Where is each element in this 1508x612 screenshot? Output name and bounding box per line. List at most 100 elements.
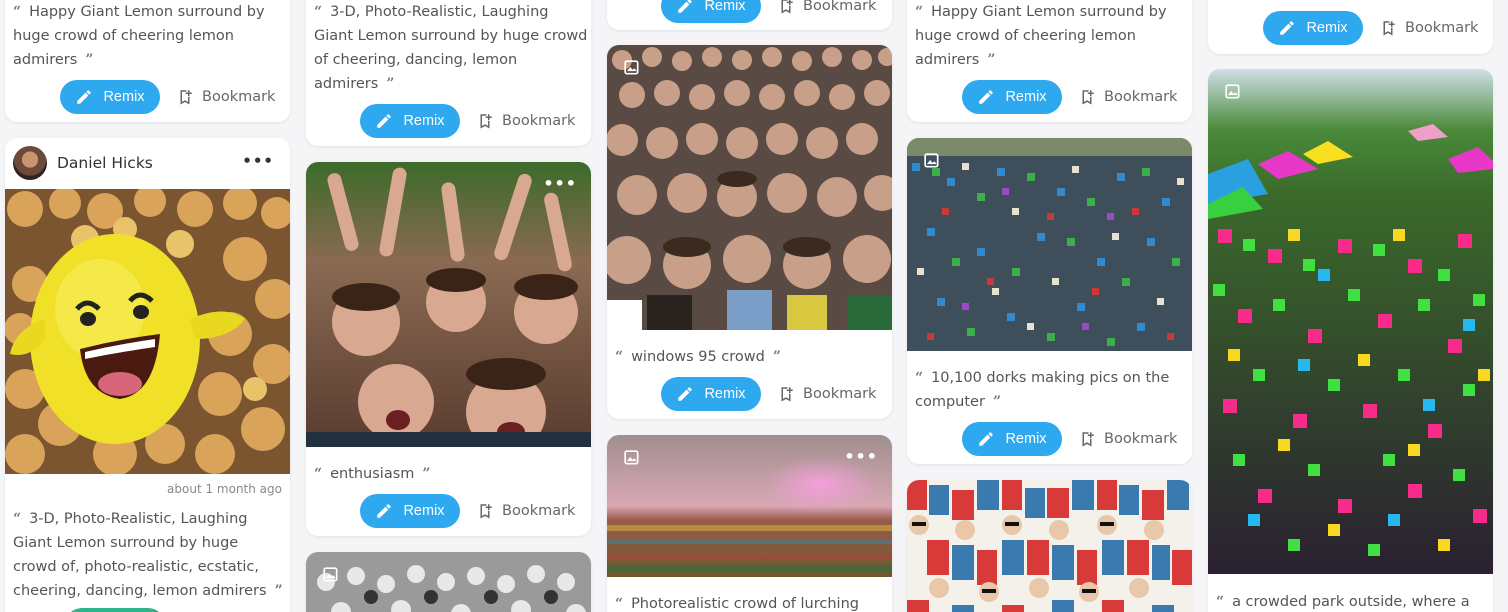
bookmark-button[interactable]: Bookmark	[476, 502, 575, 520]
quote-close-icon: ”	[422, 466, 431, 482]
generated-image[interactable]	[1208, 69, 1493, 574]
bookmark-add-icon	[176, 88, 194, 106]
remix-button[interactable]: Remix	[1263, 11, 1363, 45]
prompt-text: “10,100 dorks making pics on the compute…	[915, 370, 1170, 410]
card-actions: Remix Bookmark	[360, 493, 575, 529]
prompt-card: Remix Bookmark	[607, 0, 892, 30]
pencil-icon	[676, 385, 694, 403]
card-actions: Remix Bookmark	[360, 103, 575, 139]
generated-image[interactable]: •••	[607, 435, 892, 577]
pencil-icon	[75, 88, 93, 106]
generated-image[interactable]	[907, 480, 1192, 612]
bookmark-add-icon	[777, 385, 795, 403]
generated-image[interactable]	[607, 45, 892, 330]
generated-image[interactable]	[5, 189, 290, 474]
bookmark-button[interactable]: Bookmark	[176, 88, 275, 106]
remix-button-partial[interactable]	[65, 608, 165, 612]
creation-card: Daniel Hicks ••• about 1 month ago “ 3-D…	[5, 138, 290, 612]
generated-image[interactable]	[306, 552, 591, 612]
creation-card: “windows 95 crowd” Remix Bookmark	[607, 45, 892, 419]
prompt-card: “Happy Giant Lemon surround by huge crow…	[907, 0, 1192, 122]
bookmark-add-icon	[476, 112, 494, 130]
bookmark-add-icon	[1078, 88, 1096, 106]
quote-open-icon: “	[915, 4, 924, 20]
remix-button[interactable]: Remix	[962, 80, 1062, 114]
prompt-text: “3-D, Photo-Realistic, Laughing Giant Le…	[13, 511, 283, 599]
pencil-icon	[977, 430, 995, 448]
prompt-card: “Happy Giant Lemon surround by huge crow…	[5, 0, 290, 122]
creation-card	[306, 552, 591, 612]
card-actions: Remix Bookmark	[962, 79, 1177, 115]
prompt-text: “Photorealistic crowd of lurching	[615, 596, 859, 612]
author-row[interactable]: Daniel Hicks	[13, 146, 153, 180]
image-icon	[621, 57, 641, 77]
remix-button[interactable]: Remix	[661, 0, 761, 23]
quote-open-icon: “	[13, 511, 22, 527]
creation-card: ••• “Photorealistic crowd of lurching	[607, 435, 892, 612]
prompt-card: “3-D, Photo-Realistic, Laughing Giant Le…	[306, 0, 591, 146]
remix-button[interactable]: Remix	[60, 80, 160, 114]
generated-image[interactable]	[907, 138, 1192, 351]
card-actions: Remix Bookmark	[60, 79, 275, 115]
quote-open-icon: “	[615, 596, 624, 612]
prompt-text: “windows 95 crowd”	[615, 349, 781, 365]
image-icon	[1222, 81, 1242, 101]
prompt-text: “3-D, Photo-Realistic, Laughing Giant Le…	[314, 4, 588, 92]
prompt-text: “Happy Giant Lemon surround by huge crow…	[915, 4, 1167, 68]
bookmark-button[interactable]: Bookmark	[1078, 88, 1177, 106]
sketch-crowd-image	[306, 552, 591, 612]
remix-button[interactable]: Remix	[360, 104, 460, 138]
quote-close-icon: ”	[987, 52, 996, 68]
bookmark-add-icon	[1379, 19, 1397, 37]
creation-card: ••• “enthusiasm” Remix Bookmark	[306, 162, 591, 536]
remix-button[interactable]: Remix	[661, 377, 761, 411]
bookmark-button[interactable]: Bookmark	[476, 112, 575, 130]
quote-close-icon: ”	[992, 394, 1001, 410]
quote-open-icon: “	[13, 4, 22, 20]
bookmark-add-icon	[476, 502, 494, 520]
more-options-icon[interactable]: •••	[242, 152, 274, 170]
card-actions: Remix Bookmark	[661, 0, 876, 24]
quote-open-icon: “	[615, 349, 624, 365]
author-name[interactable]: Daniel Hicks	[57, 154, 153, 172]
prompt-text: “enthusiasm”	[314, 466, 431, 482]
pencil-icon	[375, 502, 393, 520]
prompt-text: “Happy Giant Lemon surround by huge crow…	[13, 4, 265, 68]
aerial-crowd-image	[907, 138, 1192, 351]
card-actions: Remix Bookmark	[962, 421, 1177, 457]
creation-card: “a crowded park outside, where a	[1208, 69, 1493, 612]
timestamp: about 1 month ago	[167, 482, 282, 496]
quote-close-icon: ”	[85, 52, 94, 68]
prompt-text: “a crowded park outside, where a	[1216, 594, 1470, 610]
pencil-icon	[676, 0, 694, 15]
remix-button[interactable]: Remix	[962, 422, 1062, 456]
bookmark-button[interactable]: Bookmark	[1078, 430, 1177, 448]
card-actions: Remix Bookmark	[1263, 10, 1478, 46]
pencil-icon	[375, 112, 393, 130]
lemon-crowd-image	[5, 189, 290, 474]
more-options-icon[interactable]: •••	[543, 174, 577, 193]
avatar[interactable]	[13, 146, 47, 180]
pencil-icon	[977, 88, 995, 106]
bookmark-button[interactable]: Bookmark	[777, 0, 876, 15]
image-icon	[921, 150, 941, 170]
quote-close-icon: ”	[386, 76, 395, 92]
quote-open-icon: “	[1216, 594, 1225, 610]
bookmark-button[interactable]: Bookmark	[777, 385, 876, 403]
more-options-icon[interactable]: •••	[844, 447, 878, 466]
cheering-crowd-image	[306, 162, 591, 447]
pencil-icon	[1278, 19, 1296, 37]
remix-button[interactable]: Remix	[360, 494, 460, 528]
creation-card: “10,100 dorks making pics on the compute…	[907, 138, 1192, 464]
bookmark-button[interactable]: Bookmark	[1379, 19, 1478, 37]
generated-image[interactable]: •••	[306, 162, 591, 447]
image-icon	[621, 447, 641, 467]
quote-open-icon: “	[314, 4, 323, 20]
creation-card	[907, 480, 1192, 612]
bookmark-add-icon	[1078, 430, 1096, 448]
windows-crowd-image	[607, 45, 892, 330]
park-crowd-image	[1208, 69, 1493, 574]
image-icon	[320, 564, 340, 584]
bookmark-add-icon	[777, 0, 795, 15]
quote-open-icon: “	[915, 370, 924, 386]
